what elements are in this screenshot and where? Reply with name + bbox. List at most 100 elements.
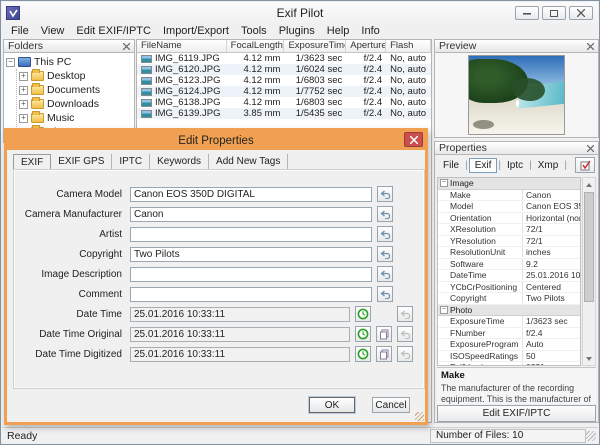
column-header-exposuretime[interactable]: ExposureTime <box>284 40 347 52</box>
expand-icon[interactable] <box>19 113 28 123</box>
undo-button[interactable] <box>377 206 393 222</box>
properties-tab[interactable]: Iptc <box>502 159 528 172</box>
menu-item[interactable]: Import/Export <box>157 24 235 39</box>
property-row[interactable]: DateTime 25.01.2016 10:3... <box>438 270 580 282</box>
set-time-button[interactable] <box>355 346 371 362</box>
set-time-button[interactable] <box>355 326 371 342</box>
folders-close-icon[interactable] <box>123 42 130 50</box>
property-row[interactable]: Orientation Horizontal (normal) <box>438 212 580 224</box>
field-input[interactable] <box>130 286 372 302</box>
file-row[interactable]: IMG_6124.JPG 4.12 mm 1/7752 sec f/2.4 No… <box>137 86 431 97</box>
undo-button[interactable] <box>397 346 413 362</box>
column-header-focallength[interactable]: FocalLength <box>227 40 285 52</box>
tree-item-this-pc[interactable]: This PC <box>4 55 134 69</box>
file-row[interactable]: IMG_6119.JPG 4.12 mm 1/3623 sec f/2.4 No… <box>137 53 431 64</box>
menu-item[interactable]: Info <box>355 24 385 39</box>
dialog-tab[interactable]: Add New Tags <box>209 154 289 169</box>
edit-properties-button[interactable] <box>575 157 595 173</box>
dialog-tab[interactable]: Keywords <box>150 154 210 169</box>
properties-tab[interactable]: Exif <box>468 157 498 173</box>
edit-exif-iptc-button[interactable]: Edit EXIF/IPTC <box>437 405 596 422</box>
window-resize-grip[interactable] <box>586 431 596 441</box>
column-header-aperture[interactable]: Aperture <box>346 40 387 52</box>
property-row[interactable]: FNumber f/2.4 <box>438 327 580 339</box>
menu-item[interactable]: File <box>5 24 35 39</box>
field-input[interactable] <box>130 226 372 242</box>
property-row[interactable]: Make Canon <box>438 189 580 201</box>
minimize-button[interactable] <box>515 6 539 20</box>
folder-icon <box>31 97 44 109</box>
maximize-button[interactable] <box>542 6 566 20</box>
field-input[interactable] <box>130 266 372 282</box>
file-focal-length: 4.12 mm <box>243 53 281 64</box>
group-collapse-icon[interactable] <box>440 305 448 314</box>
column-header-flash[interactable]: Flash <box>386 40 431 52</box>
properties-scrollbar[interactable] <box>582 177 596 366</box>
dialog-tab[interactable]: IPTC <box>112 154 151 169</box>
file-row[interactable]: IMG_6139.JPG 3.85 mm 1/5435 sec f/2.4 No… <box>137 108 431 119</box>
property-row[interactable]: Copyright Two Pilots <box>438 293 580 305</box>
date-field-input[interactable] <box>130 306 350 322</box>
menu-item[interactable]: Plugins <box>273 24 321 39</box>
undo-button[interactable] <box>377 246 393 262</box>
property-row[interactable]: Model Canon EOS 350... <box>438 201 580 213</box>
date-field-input[interactable] <box>130 326 350 342</box>
undo-button[interactable] <box>397 326 413 342</box>
tree-item[interactable]: Desktop <box>17 69 134 83</box>
property-row[interactable]: ExifVersion 0221 <box>438 362 580 365</box>
properties-tab[interactable]: Xmp <box>533 159 564 172</box>
field-input[interactable] <box>130 206 372 222</box>
property-row[interactable]: Image <box>438 178 580 190</box>
tree-item[interactable]: Downloads <box>17 97 134 111</box>
undo-button[interactable] <box>377 186 393 202</box>
field-label: Date Time <box>76 308 122 320</box>
undo-button[interactable] <box>397 306 413 322</box>
expand-icon[interactable] <box>19 99 28 109</box>
file-row[interactable]: IMG_6123.JPG 4.12 mm 1/6803 sec f/2.4 No… <box>137 75 431 86</box>
menu-item[interactable]: Edit EXIF/IPTC <box>70 24 157 39</box>
scrollbar-thumb[interactable] <box>584 192 594 302</box>
property-row[interactable]: Photo <box>438 304 580 316</box>
copy-button[interactable] <box>376 326 392 342</box>
tree-item[interactable]: Documents <box>17 83 134 97</box>
close-button[interactable] <box>569 6 593 20</box>
scroll-up-icon[interactable] <box>583 178 595 191</box>
menu-item[interactable]: Tools <box>235 24 273 39</box>
ok-button[interactable]: OK <box>309 397 355 413</box>
undo-button[interactable] <box>377 286 393 302</box>
file-row[interactable]: IMG_6120.JPG 4.12 mm 1/6024 sec f/2.4 No… <box>137 64 431 75</box>
property-row[interactable]: Software 9.2 <box>438 258 580 270</box>
expand-icon[interactable] <box>19 71 28 81</box>
dialog-tab[interactable]: EXIF GPS <box>51 154 113 169</box>
cancel-button[interactable]: Cancel <box>372 397 410 413</box>
collapse-icon[interactable] <box>6 57 15 67</box>
copy-button[interactable] <box>376 346 392 362</box>
property-row[interactable]: ExposureTime 1/3623 sec <box>438 316 580 328</box>
undo-button[interactable] <box>377 226 393 242</box>
property-row[interactable]: YResolution 72/1 <box>438 235 580 247</box>
date-field-input[interactable] <box>130 346 350 362</box>
set-time-button[interactable] <box>355 306 371 322</box>
column-header-filename[interactable]: FileName <box>137 40 227 52</box>
undo-button[interactable] <box>377 266 393 282</box>
property-row[interactable]: ExposureProgram Auto <box>438 339 580 351</box>
property-row[interactable]: ISOSpeedRatings 50 <box>438 350 580 362</box>
group-collapse-icon[interactable] <box>440 179 448 188</box>
dialog-tab[interactable]: EXIF <box>13 154 52 170</box>
file-row[interactable]: IMG_6138.JPG 4.12 mm 1/6803 sec f/2.4 No… <box>137 97 431 108</box>
field-input[interactable] <box>130 246 372 262</box>
field-input[interactable] <box>130 186 372 202</box>
scroll-down-icon[interactable] <box>583 352 595 365</box>
expand-icon[interactable] <box>19 85 28 95</box>
properties-tab[interactable]: File <box>438 159 464 172</box>
dialog-resize-grip[interactable] <box>415 412 424 421</box>
preview-close-icon[interactable] <box>587 42 594 50</box>
menu-item[interactable]: Help <box>321 24 356 39</box>
property-row[interactable]: YCbCrPositioning Centered <box>438 281 580 293</box>
property-row[interactable]: ResolutionUnit inches <box>438 247 580 259</box>
tree-item[interactable]: Music <box>17 111 134 125</box>
menu-item[interactable]: View <box>35 24 71 39</box>
dialog-close-button[interactable] <box>404 132 423 147</box>
property-row[interactable]: XResolution 72/1 <box>438 224 580 236</box>
properties-close-icon[interactable] <box>587 144 594 152</box>
